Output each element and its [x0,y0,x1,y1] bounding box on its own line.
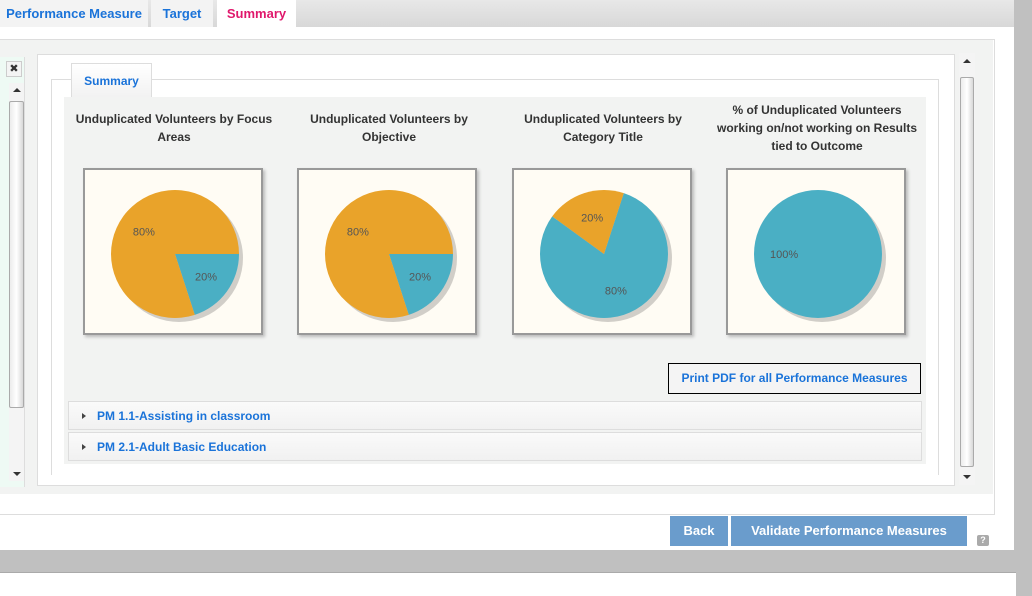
summary-legend: Summary [71,63,152,97]
pie-chart-category: 80% 20% [512,168,692,335]
accordion-pm-1-1[interactable]: PM 1.1-Assisting in classroom [68,401,922,430]
chart-title-outcome: % of Unduplicated Volunteers working on/… [717,103,917,153]
left-scrollbar[interactable] [9,83,24,481]
pie-chart-focus-areas: 20% 80% [83,168,263,335]
scroll-down-icon[interactable] [963,475,971,479]
accordion-label: PM 2.1-Adult Basic Education [97,440,267,454]
tab-target[interactable]: Target [151,0,213,27]
pie-slice-label: 20% [195,272,217,284]
pie-slice-label: 80% [605,286,627,298]
pie-slice-label: 80% [347,226,369,238]
pie-slice-label: 80% [133,226,155,238]
expand-arrow-icon [82,444,86,450]
scroll-thumb[interactable] [960,77,974,467]
tab-summary[interactable]: Summary [217,0,296,27]
help-icon[interactable]: ? [977,535,989,546]
back-button[interactable]: Back [670,516,728,546]
tab-performance-measure[interactable]: Performance Measure [0,0,148,27]
chart-title-category: Unduplicated Volunteers by Category Titl… [524,112,682,144]
scroll-down-icon[interactable] [13,472,21,476]
validate-button[interactable]: Validate Performance Measures [731,516,967,546]
expand-arrow-icon [82,413,86,419]
scroll-up-icon[interactable] [13,88,21,92]
pie-slice-label: 20% [581,212,603,224]
pie-chart-objective: 20% 80% [297,168,477,335]
chart-title-focus-areas: Unduplicated Volunteers by Focus Areas [75,112,273,144]
pie-chart-outcome: 100% [726,168,906,335]
scroll-up-icon[interactable] [963,59,971,63]
print-pdf-button[interactable]: Print PDF for all Performance Measures [668,363,921,394]
pie-slice-label: 100% [770,249,798,261]
accordion-label: PM 1.1-Assisting in classroom [97,409,271,423]
bottom-panel [0,572,1016,596]
right-scrollbar[interactable] [959,53,975,485]
scroll-thumb[interactable] [9,101,24,408]
accordion-pm-2-1[interactable]: PM 2.1-Adult Basic Education [68,432,922,461]
tab-bar: Performance Measure Target Summary [0,0,1014,27]
window-edge [1014,0,1032,596]
close-icon[interactable]: ✖ [6,61,22,77]
chart-title-objective: Unduplicated Volunteers by Objective [310,112,468,144]
pie-slice-label: 20% [409,272,431,284]
